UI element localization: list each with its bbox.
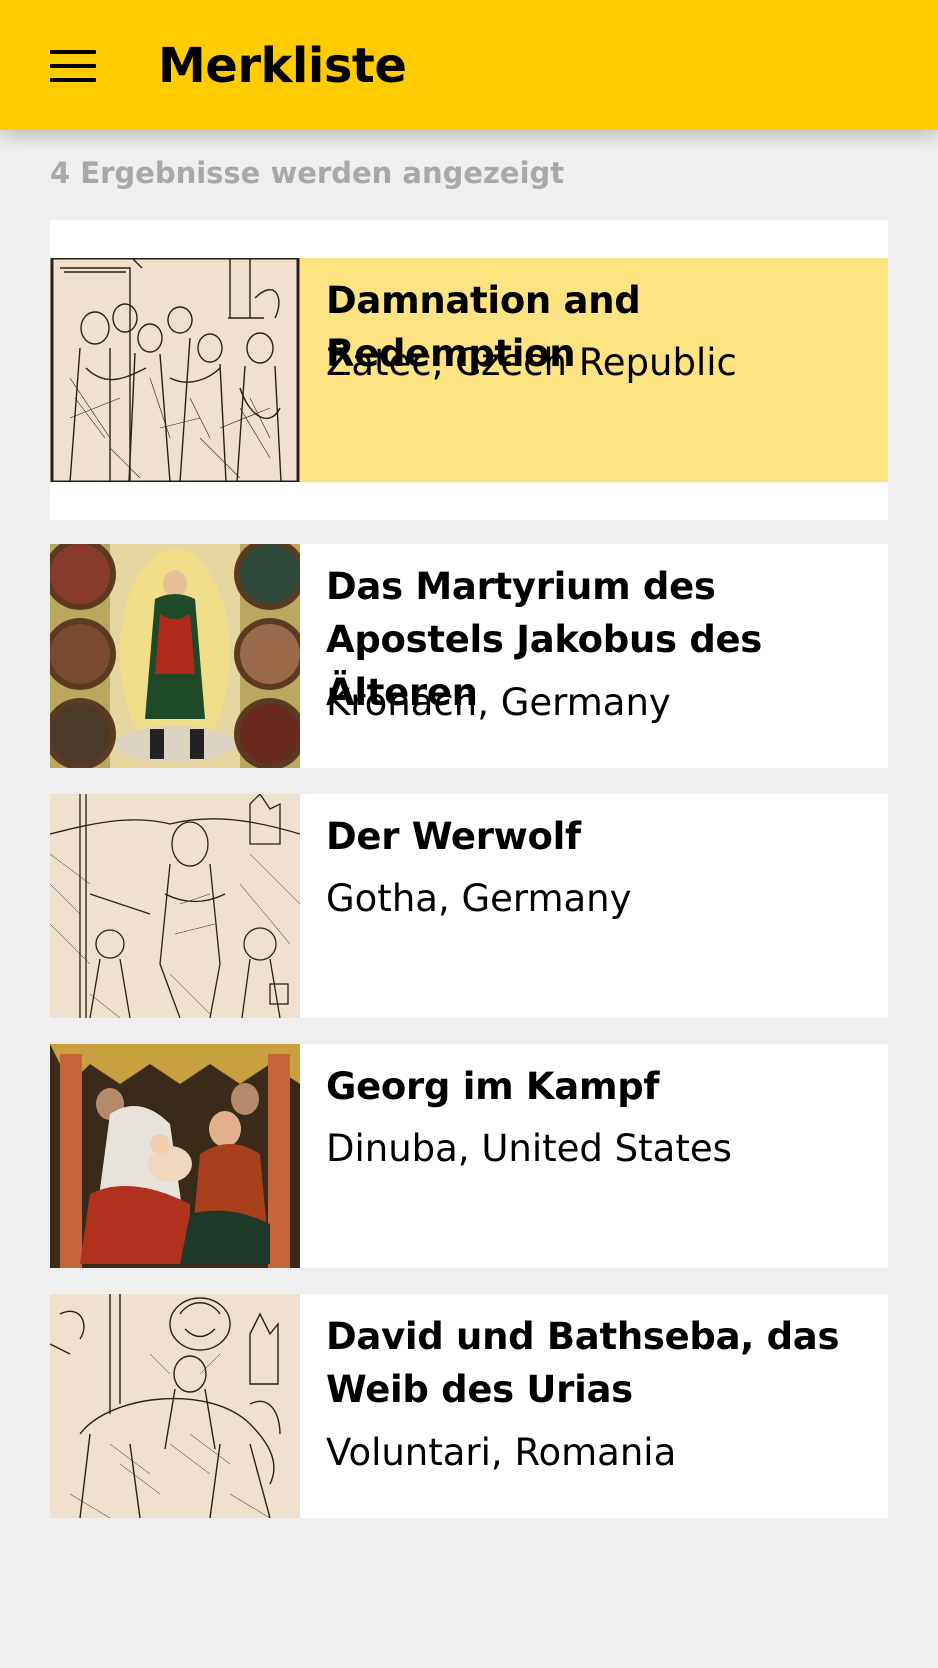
item-location: Voluntari, Romania bbox=[326, 1431, 677, 1474]
list-item[interactable]: Das Martyrium des Apostels Jakobus des Ä… bbox=[50, 544, 888, 768]
item-location: Dinuba, United States bbox=[326, 1127, 732, 1170]
artwork-thumbnail bbox=[50, 544, 300, 768]
menu-line bbox=[50, 78, 96, 82]
artwork-thumbnail bbox=[50, 1044, 300, 1268]
madonna-painting-image bbox=[50, 544, 300, 768]
results-list: Damnation and Redemption Žatec, Czech Re… bbox=[50, 220, 888, 1544]
holy-family-painting-image bbox=[50, 1044, 300, 1268]
list-item[interactable]: David und Bathseba, das Weib des Urias V… bbox=[50, 1294, 888, 1518]
item-location: Kronach, Germany bbox=[326, 681, 671, 724]
list-item-selected[interactable]: Damnation and Redemption Žatec, Czech Re… bbox=[50, 220, 888, 520]
woodcut-crowd-image bbox=[50, 258, 300, 482]
menu-line bbox=[50, 50, 96, 54]
woodcut-knight-image bbox=[50, 794, 300, 1018]
menu-line bbox=[50, 64, 96, 68]
page-title: Merkliste bbox=[158, 38, 407, 94]
woodcut-horseman-image bbox=[50, 1294, 300, 1518]
item-title: David und Bathseba, das Weib des Urias bbox=[326, 1315, 840, 1411]
artwork-thumbnail bbox=[50, 258, 300, 482]
item-location: Gotha, Germany bbox=[326, 877, 632, 920]
hamburger-menu-icon[interactable] bbox=[36, 36, 110, 96]
selected-highlight: Damnation and Redemption Žatec, Czech Re… bbox=[50, 258, 888, 482]
app-bar: Merkliste bbox=[0, 0, 938, 130]
item-title: Der Werwolf bbox=[326, 815, 581, 858]
list-item[interactable]: Der Werwolf Gotha, Germany bbox=[50, 794, 888, 1018]
result-count: 4 Ergebnisse werden angezeigt bbox=[50, 156, 565, 190]
artwork-thumbnail bbox=[50, 1294, 300, 1518]
item-location: Žatec, Czech Republic bbox=[326, 341, 737, 384]
list-item[interactable]: Georg im Kampf Dinuba, United States bbox=[50, 1044, 888, 1268]
item-title: Georg im Kampf bbox=[326, 1065, 660, 1108]
artwork-thumbnail bbox=[50, 794, 300, 1018]
